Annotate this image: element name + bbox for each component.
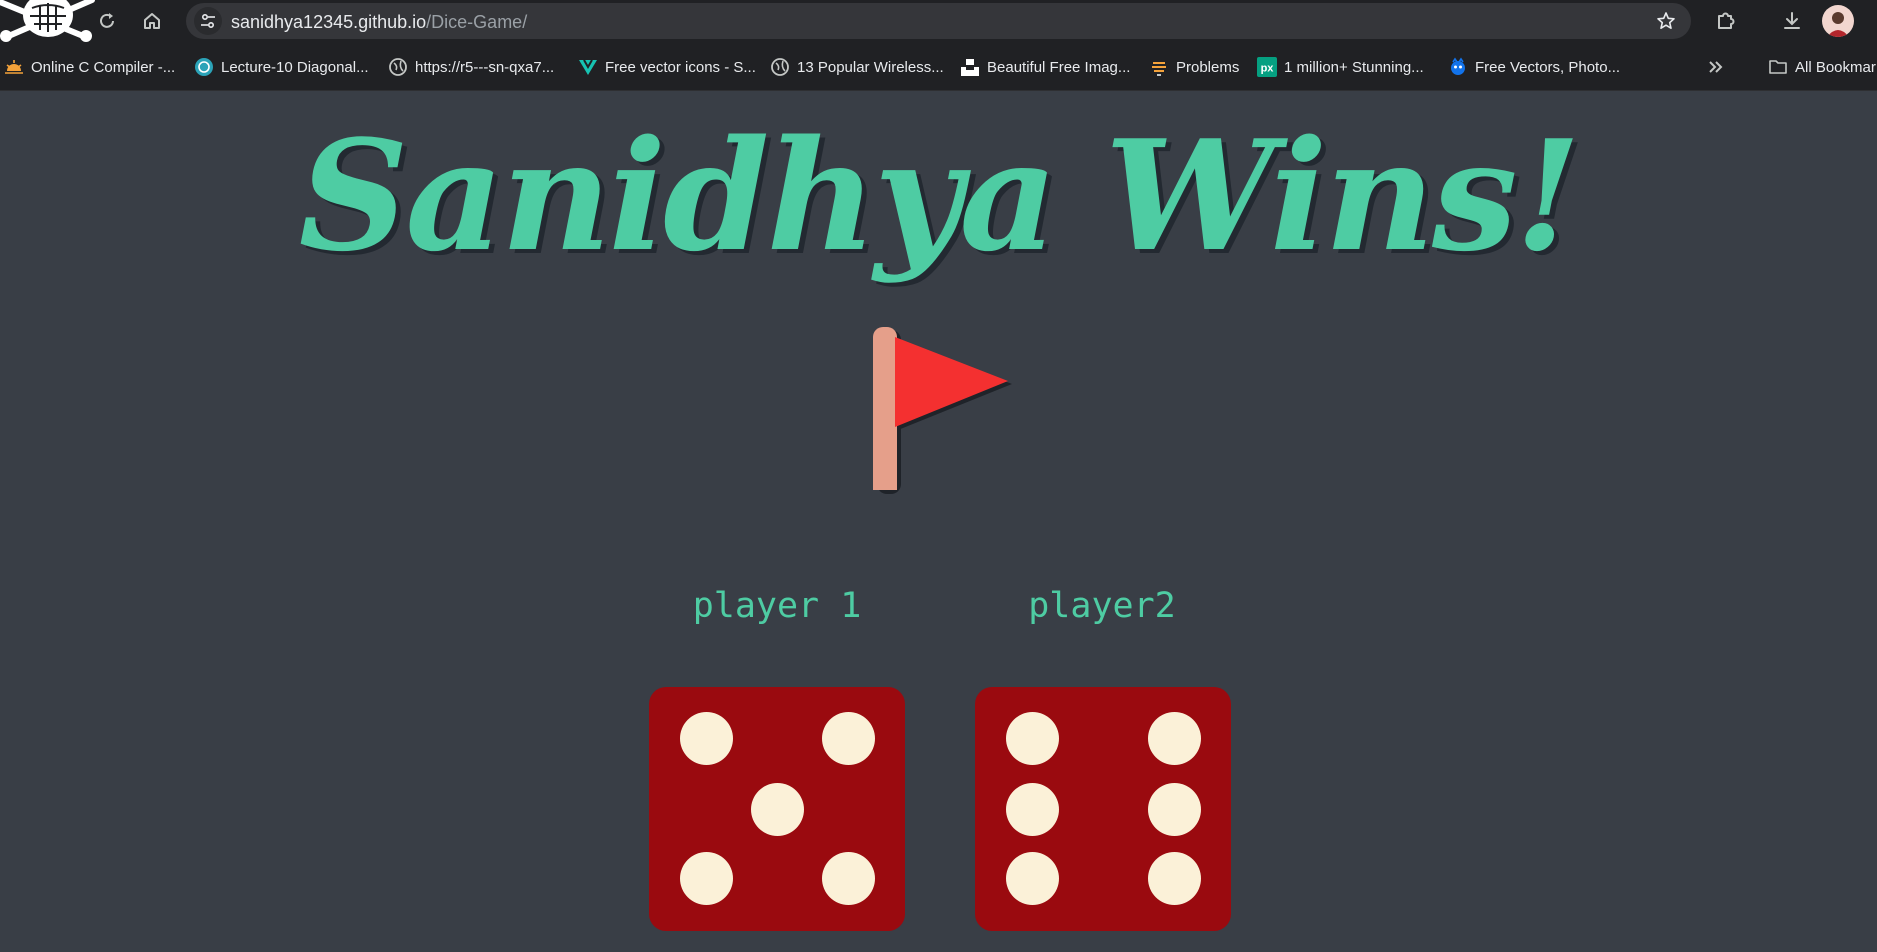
dice-pip: [1006, 712, 1059, 765]
puzzle-icon: [1718, 12, 1735, 29]
bookmark-label: https://r5---sn-qxa7...: [415, 58, 555, 76]
bookmark-r5-sn[interactable]: https://r5---sn-qxa7...: [388, 56, 554, 78]
bookmark-label: Free Vectors, Photo...: [1475, 58, 1621, 76]
game-page: Sanidhya Wins! player 1 player2: [0, 91, 1877, 952]
tune-icon: [201, 13, 215, 29]
bookmark-label: 1 million+ Stunning...: [1284, 58, 1424, 76]
folder-icon: [1768, 57, 1788, 77]
stack-icon: [1149, 57, 1169, 77]
all-bookmarks-label: All Bookmar: [1795, 58, 1876, 76]
profile-avatar[interactable]: [1822, 5, 1854, 37]
svg-text:px: px: [1261, 63, 1275, 75]
bookmark-lecture-10[interactable]: Lecture-10 Diagonal...: [194, 56, 369, 78]
site-info-button[interactable]: [194, 7, 222, 35]
bookmarks-overflow-button[interactable]: [1705, 56, 1725, 78]
bookmark-label: Free vector icons - S...: [605, 58, 756, 76]
dice-pip: [1148, 852, 1201, 905]
player2-label: player2: [1028, 586, 1176, 626]
avatar-icon: [1827, 12, 1849, 37]
bookmark-label: 13 Popular Wireless...: [797, 58, 944, 76]
winner-title: Sanidhya Wins!: [298, 106, 1582, 285]
bookmark-free-vectors-photos[interactable]: Free Vectors, Photo...: [1448, 56, 1620, 78]
bookmark-beautiful-free-images[interactable]: Beautiful Free Imag...: [960, 56, 1130, 78]
bookmark-free-vector-icons[interactable]: Free vector icons - S...: [578, 56, 756, 78]
bookmark-label: Beautiful Free Imag...: [987, 58, 1131, 76]
browser-toolbar: sanidhya12345.github.io/Dice-Game/: [0, 0, 1877, 43]
dice-pip: [822, 852, 875, 905]
extensions-button[interactable]: [1711, 6, 1741, 36]
dice-pip: [680, 852, 733, 905]
reload-button[interactable]: [92, 6, 122, 36]
url-path: /Dice-Game/: [426, 12, 528, 32]
star-icon: [1657, 12, 1675, 29]
bookmark-label: Problems: [1176, 58, 1240, 76]
dice-pip: [1148, 783, 1201, 836]
all-bookmarks-button[interactable]: All Bookmar: [1768, 56, 1876, 78]
vector-v-icon: [578, 57, 598, 77]
dice-pip: [1148, 712, 1201, 765]
px-icon: px: [1257, 57, 1277, 77]
bookmark-13-popular-wireless[interactable]: 13 Popular Wireless...: [770, 56, 944, 78]
bookmark-label: Lecture-10 Diagonal...: [221, 58, 369, 76]
dice-pip: [822, 712, 875, 765]
bookmark-1-million-stunning[interactable]: px 1 million+ Stunning...: [1257, 56, 1424, 78]
freepik-icon: [1448, 57, 1468, 77]
bookmark-problems[interactable]: Problems: [1149, 56, 1239, 78]
swirl-icon: [194, 57, 214, 77]
double-chevron-right-icon: [1705, 57, 1725, 77]
home-button[interactable]: [137, 6, 167, 36]
flag-icon: [873, 327, 1012, 494]
player1-label: player 1: [692, 586, 862, 626]
globe-icon: [770, 57, 790, 77]
downloads-button[interactable]: [1777, 6, 1807, 36]
home-icon: [144, 13, 160, 29]
globe-icon: [388, 57, 408, 77]
url-text[interactable]: sanidhya12345.github.io/Dice-Game/: [231, 12, 527, 33]
bookmark-label: Online C Compiler -...: [31, 58, 176, 76]
player1-dice: [649, 687, 905, 931]
jolly-roger-logo-icon: [0, 0, 95, 42]
dice-pip: [1006, 783, 1059, 836]
address-bar[interactable]: sanidhya12345.github.io/Dice-Game/: [186, 3, 1691, 39]
dice-pip: [680, 712, 733, 765]
download-icon: [1784, 12, 1800, 29]
bookmark-star-button[interactable]: [1653, 8, 1679, 34]
player2-dice: [975, 687, 1231, 931]
url-host: sanidhya12345.github.io: [231, 12, 427, 32]
dice-pip: [751, 783, 804, 836]
dice-pip: [1006, 852, 1059, 905]
reload-icon: [100, 13, 114, 28]
sun-icon: [4, 57, 24, 77]
bookmark-online-c-compiler[interactable]: Online C Compiler -...: [4, 56, 175, 78]
unsplash-icon: [960, 57, 980, 77]
bookmarks-bar: Online C Compiler -... Lecture-10 Diagon…: [0, 43, 1877, 91]
